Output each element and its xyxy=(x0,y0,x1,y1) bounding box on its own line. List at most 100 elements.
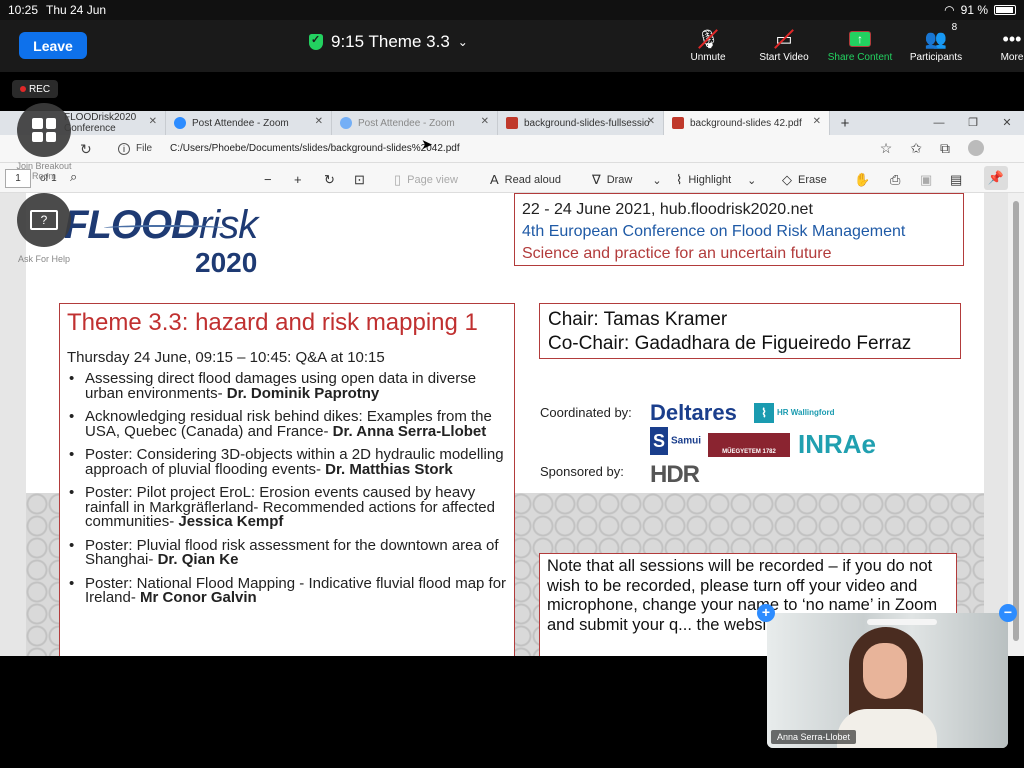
hdr-logo: HDR xyxy=(650,461,700,488)
save-icon[interactable]: ▣ xyxy=(920,172,932,188)
profile-avatar[interactable] xyxy=(968,140,984,156)
close-tab-icon[interactable]: ✕ xyxy=(813,116,821,127)
participants-button[interactable]: 👥 8 Participants xyxy=(898,22,974,63)
pin-toolbar-icon[interactable]: 📌 xyxy=(984,166,1008,190)
print-icon[interactable]: ⎙ xyxy=(890,172,900,188)
page-view-button[interactable]: ▯ Page view xyxy=(394,172,458,188)
session-time: Thursday 24 June, 09:15 – 10:45: Q&A at … xyxy=(67,349,385,366)
minimize-video-icon[interactable]: − xyxy=(999,604,1017,622)
coordinated-by-label: Coordinated by: xyxy=(540,405,632,420)
participant-face xyxy=(863,643,907,699)
scrollbar-thumb[interactable] xyxy=(1013,201,1019,641)
read-aloud-icon: A xyxy=(490,172,499,187)
theme-box: Theme 3.3: hazard and risk mapping 1 Thu… xyxy=(59,303,515,656)
logo-wave-icon xyxy=(104,225,224,231)
minimize-icon[interactable]: — xyxy=(922,111,956,135)
highlight-button[interactable]: ⌇ Highlight ⌄ xyxy=(676,172,756,188)
close-tab-icon[interactable]: ✕ xyxy=(149,116,157,127)
chair-box: Chair: Tamas Kramer Co-Chair: Gadadhara … xyxy=(539,303,961,359)
chevron-down-icon: ⌄ xyxy=(652,174,662,187)
meeting-title: 9:15 Theme 3.3 xyxy=(331,32,450,51)
chevron-down-icon: ⌄ xyxy=(457,35,468,49)
start-video-label: Start Video xyxy=(759,52,809,63)
browser-tab-strip: FLOODrisk2020 Conference ✕ Post Attendee… xyxy=(0,111,1024,135)
floodrisk-logo: FLOODrisk 2020 xyxy=(64,203,258,278)
share-content-button[interactable]: ↑ Share Content xyxy=(822,26,898,63)
theme-title: Theme 3.3: hazard and risk mapping 1 xyxy=(67,309,478,336)
close-window-icon[interactable]: ✕ xyxy=(990,111,1024,135)
talk-speaker: Mr Conor Galvin xyxy=(140,589,257,606)
rotate-icon: ↻ xyxy=(324,172,335,187)
hand-tool-icon[interactable]: ✋ xyxy=(854,172,870,188)
maximize-icon[interactable]: ❐ xyxy=(956,111,990,135)
collections-icon[interactable]: ⧉ xyxy=(940,140,950,157)
close-tab-icon[interactable]: ✕ xyxy=(481,116,489,127)
close-tab-icon[interactable]: ✕ xyxy=(647,116,655,127)
fit-page-button[interactable]: ⊡ xyxy=(354,172,365,188)
zoom-top-bar: Leave 9:15 Theme 3.3 ⌄ 🎙 Unmute ▭ Start … xyxy=(0,20,1024,72)
talk-title: Poster: Pluvial flood risk assessment fo… xyxy=(85,536,499,568)
page-view-label: Page view xyxy=(407,174,458,186)
ask-for-help-label: Ask For Help xyxy=(17,254,70,264)
zoom-out-button[interactable]: − xyxy=(264,172,272,187)
browser-tab[interactable]: background-slides-fullsessio ✕ xyxy=(498,111,664,135)
tab-title: Post Attendee - Zoom xyxy=(358,117,455,129)
draw-button[interactable]: ∇ Draw ⌄ xyxy=(592,172,662,188)
unmute-button[interactable]: 🎙 Unmute xyxy=(670,26,746,64)
mouse-cursor-icon: ➤ xyxy=(421,136,433,152)
talk-item: Poster: Pluvial flood risk assessment fo… xyxy=(67,536,507,568)
browser-tab[interactable]: Post Attendee - Zoom ✕ xyxy=(332,111,498,135)
expand-video-icon[interactable]: + xyxy=(757,604,775,622)
url-field[interactable]: C:/Users/Phoebe/Documents/slides/backgro… xyxy=(170,143,460,154)
conference-dates: 22 - 24 June 2021, hub.floodrisk2020.net xyxy=(522,201,813,218)
participants-label: Participants xyxy=(909,52,963,63)
browser-tab-active[interactable]: background-slides 42.pdf ✕ xyxy=(664,111,830,135)
conference-info-box: 22 - 24 June 2021, hub.floodrisk2020.net… xyxy=(514,193,964,266)
highlight-icon: ⌇ xyxy=(676,172,683,187)
participant-video-tile[interactable]: Anna Serra-Llobet xyxy=(767,613,1008,748)
join-breakout-label: Join Breakout Room xyxy=(16,161,72,181)
samui-logo: S Samui xyxy=(650,427,701,455)
zoom-in-button[interactable]: + xyxy=(294,172,302,187)
pdf-icon xyxy=(672,117,684,129)
battery-percent: 91 % xyxy=(960,3,988,17)
read-aloud-button[interactable]: A Read aloud xyxy=(490,172,561,187)
more-icon: ••• xyxy=(1002,28,1022,49)
refresh-icon[interactable]: ↻ xyxy=(80,141,92,158)
leave-button[interactable]: Leave xyxy=(19,32,87,59)
conference-name: 4th European Conference on Flood Risk Ma… xyxy=(522,223,906,240)
start-video-button[interactable]: ▭ Start Video xyxy=(746,26,822,64)
status-time: 10:25 xyxy=(8,3,39,17)
meeting-title-dropdown[interactable]: 9:15 Theme 3.3 ⌄ xyxy=(309,32,468,52)
participants-count: 8 xyxy=(951,22,958,33)
talk-item: Poster: Pilot project EroL: Erosion even… xyxy=(67,484,507,530)
co-chair-name: Co-Chair: Gadadhara de Figueiredo Ferraz xyxy=(548,333,912,354)
tab-title: background-slides 42.pdf xyxy=(690,117,802,129)
close-tab-icon[interactable]: ✕ xyxy=(315,116,323,127)
more-button[interactable]: ••• More xyxy=(974,26,1024,64)
new-tab-button[interactable]: + xyxy=(830,111,860,135)
draw-label: Draw xyxy=(606,174,633,186)
vertical-scrollbar[interactable] xyxy=(1008,193,1024,656)
erase-button[interactable]: ◇ Erase xyxy=(782,172,827,188)
info-icon[interactable]: i xyxy=(118,143,130,155)
window-controls: — ❐ ✕ xyxy=(922,111,1024,135)
hrw-text: HR Wallingford xyxy=(777,408,835,418)
browser-tab[interactable]: Post Attendee - Zoom ✕ xyxy=(166,111,332,135)
rotate-button[interactable]: ↻ xyxy=(324,172,335,188)
wifi-icon: ◠ xyxy=(944,3,955,17)
favorites-icon[interactable]: ✩ xyxy=(910,140,922,157)
record-dot-icon xyxy=(19,86,26,92)
sponsored-by-label: Sponsored by: xyxy=(540,464,624,479)
logo-year: 2020 xyxy=(195,247,258,278)
address-bar-row: ↻ i File C:/Users/Phoebe/Documents/slide… xyxy=(0,135,1024,163)
talk-speaker: Dr. Dominik Paprotny xyxy=(226,384,380,402)
talk-title: Poster: Pilot project EroL: Erosion even… xyxy=(85,484,495,530)
participants-icon: 👥 xyxy=(924,28,948,49)
save-as-icon[interactable]: ▤ xyxy=(950,172,962,188)
battery-icon xyxy=(994,5,1016,15)
join-breakout-button[interactable] xyxy=(17,103,71,157)
ceiling-light xyxy=(867,619,937,625)
favorite-star-icon[interactable]: ☆ xyxy=(880,140,893,157)
ask-for-help-button[interactable]: ? xyxy=(17,193,71,247)
